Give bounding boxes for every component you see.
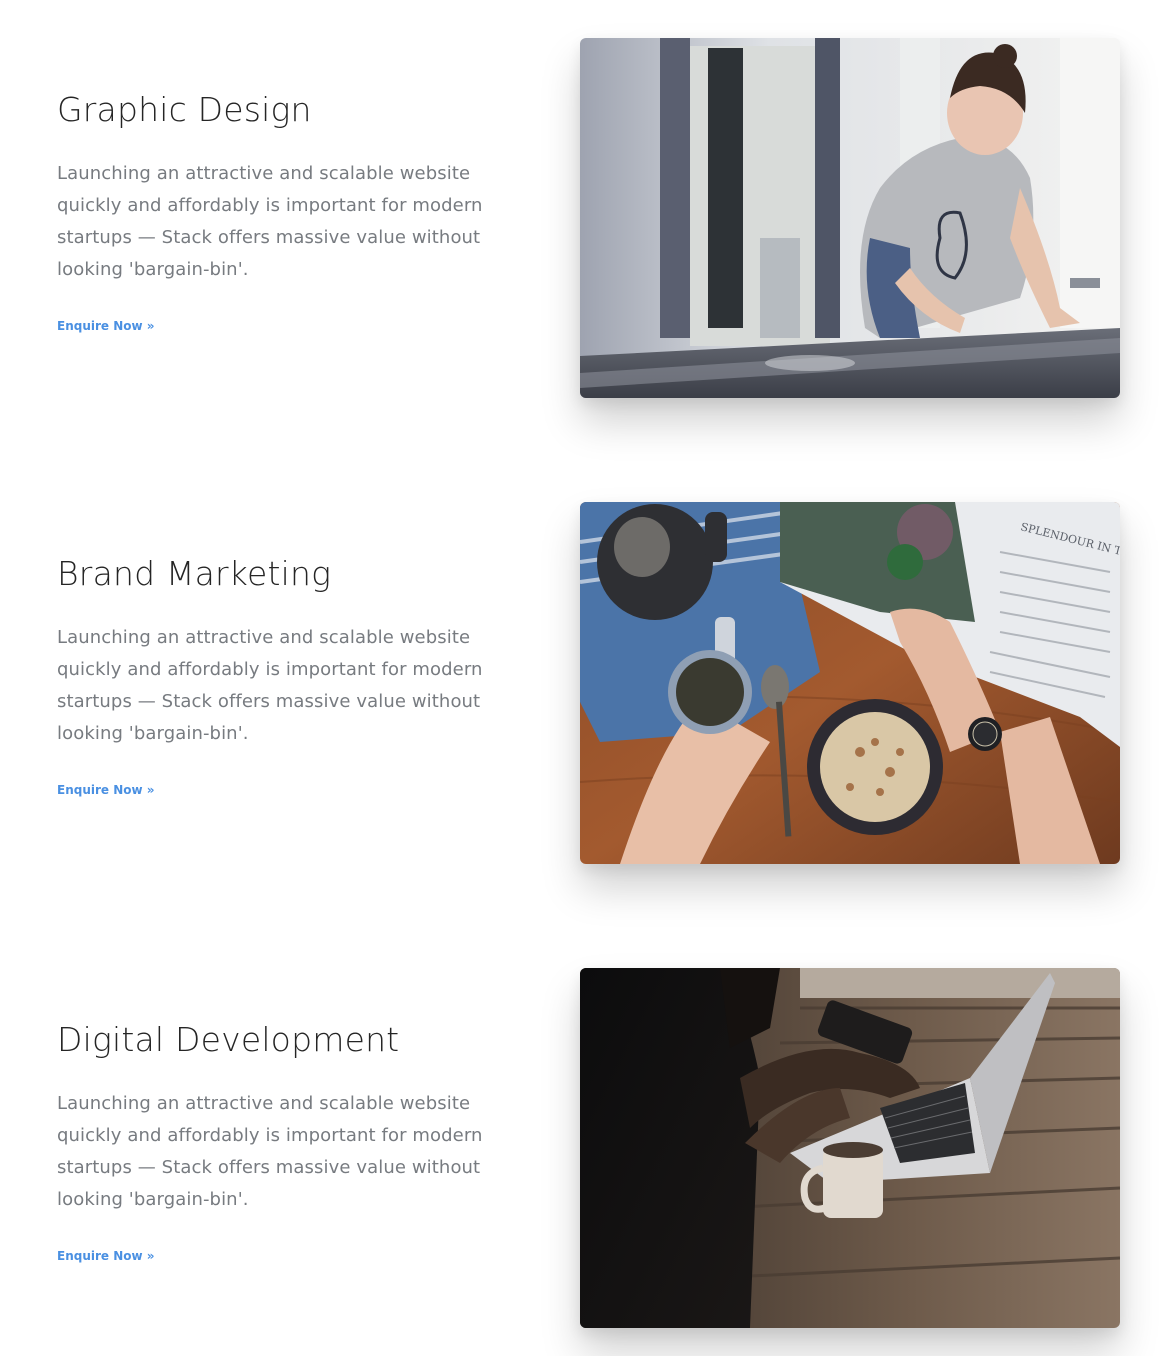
woman-drawing-at-table-photo — [580, 38, 1120, 398]
enquire-now-link[interactable]: Enquire Now » — [57, 319, 155, 333]
feature-text: Graphic Design Launching an attractive a… — [57, 88, 497, 335]
enquire-now-link[interactable]: Enquire Now » — [57, 783, 155, 797]
enquire-now-link[interactable]: Enquire Now » — [57, 1249, 155, 1263]
feature-digital-development: Digital Development Launching an attract… — [0, 968, 1170, 1330]
feature-text: Digital Development Launching an attract… — [57, 1018, 497, 1265]
feature-description: Launching an attractive and scalable web… — [57, 627, 483, 744]
laptop-on-wooden-table-photo — [580, 968, 1120, 1328]
coffee-and-magazine-photo: SPLENDOUR IN THE GRASS — [580, 502, 1120, 864]
feature-text: Brand Marketing Launching an attractive … — [57, 552, 497, 799]
feature-title: Digital Development — [57, 1020, 400, 1059]
feature-graphic-design: Graphic Design Launching an attractive a… — [0, 38, 1170, 400]
feature-description: Launching an attractive and scalable web… — [57, 163, 483, 280]
feature-title: Brand Marketing — [57, 554, 332, 593]
feature-title: Graphic Design — [57, 90, 312, 129]
feature-description: Launching an attractive and scalable web… — [57, 1093, 483, 1210]
feature-brand-marketing: Brand Marketing Launching an attractive … — [0, 502, 1170, 864]
